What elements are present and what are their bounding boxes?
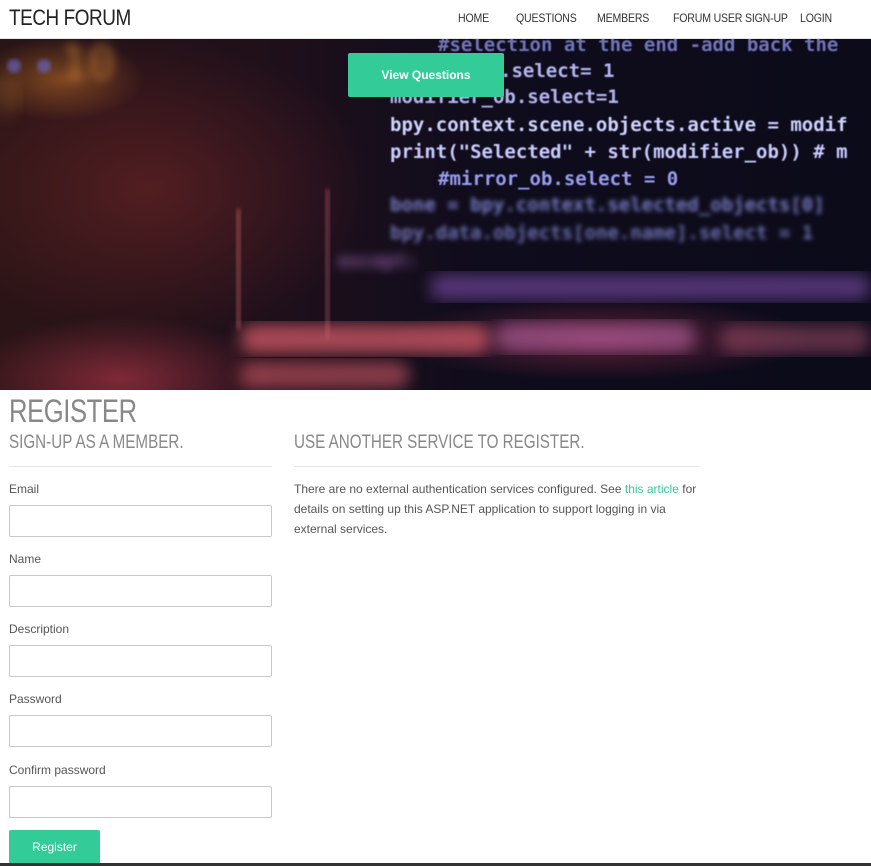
password-label: Password [9, 692, 62, 706]
external-message-text: There are no external authentication ser… [294, 482, 625, 496]
external-services-heading: USE ANOTHER SERVICE TO REGISTER. [294, 432, 585, 453]
name-label: Name [9, 552, 42, 566]
signup-divider [9, 466, 272, 467]
nav-members-link[interactable]: MEMBERS [597, 11, 649, 25]
hero-code-line: bone = bpy.context.selected_objects[0] [390, 194, 825, 216]
register-button[interactable]: Register [9, 830, 100, 864]
password-field[interactable] [9, 715, 272, 747]
name-field[interactable] [9, 575, 272, 607]
email-label: Email [9, 482, 40, 496]
hero-code-line: print("Selected" + str(modifier_ob)) # m [390, 141, 848, 163]
email-field[interactable] [9, 505, 272, 537]
page-title: REGISTER [9, 393, 137, 429]
hero-code-line: bpy.context.scene.objects.active = modif [390, 114, 848, 136]
view-questions-button[interactable]: View Questions [348, 53, 504, 97]
this-article-link[interactable]: this article [625, 482, 679, 496]
nav-questions-link[interactable]: QUESTIONS [516, 11, 577, 25]
external-services-divider [294, 466, 699, 467]
hero-code-line: .select= 1 [500, 60, 614, 82]
description-label: Description [9, 622, 70, 636]
hero-code-line: except: [338, 250, 418, 272]
nav-login-link[interactable]: LOGIN [800, 11, 832, 25]
nav-forum-user-signup-link[interactable]: FORUM USER SIGN-UP [673, 11, 788, 25]
nav-home-link[interactable]: HOME [458, 11, 489, 25]
top-navbar: TECH FORUM HOME QUESTIONS MEMBERS FORUM … [0, 0, 871, 39]
svg-text:0: 0 [0, 68, 20, 126]
signup-heading: SIGN-UP AS A MEMBER. [9, 432, 184, 453]
description-field[interactable] [9, 645, 272, 677]
brand-logo[interactable]: TECH FORUM [9, 5, 131, 31]
confirm-password-label: Confirm password [9, 763, 106, 777]
hero-banner: 10 0 #selection at the end -add back the… [0, 39, 871, 390]
confirm-password-field[interactable] [9, 786, 272, 818]
svg-text:10: 10 [60, 39, 115, 90]
hero-code-line: bpy.data.objects[one.name].select = 1 [390, 222, 813, 244]
hero-code-line: #mirror_ob.select = 0 [438, 168, 678, 190]
external-services-message: There are no external authentication ser… [294, 479, 704, 539]
